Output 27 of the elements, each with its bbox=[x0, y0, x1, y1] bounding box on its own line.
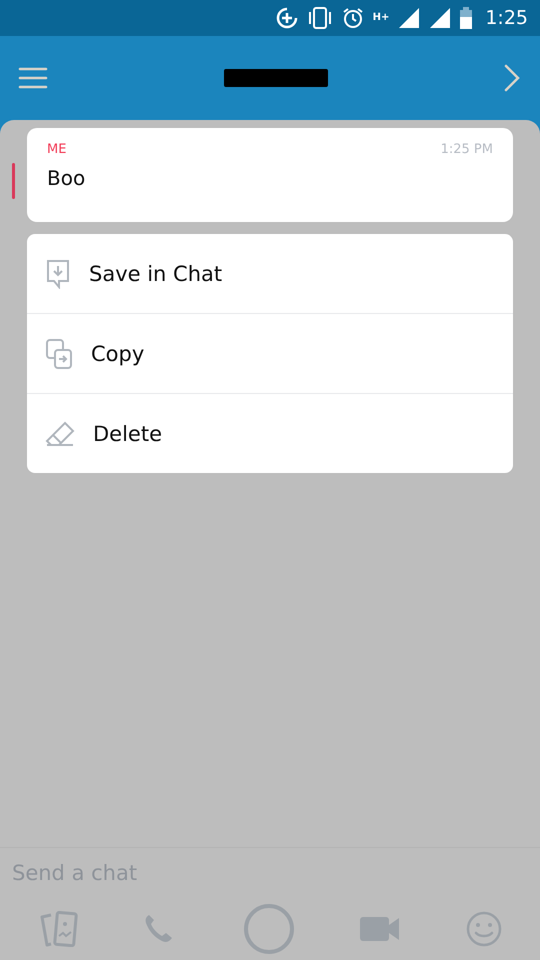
chevron-right-icon[interactable] bbox=[504, 64, 520, 92]
signal-icon bbox=[429, 7, 452, 29]
menu-item[interactable]: Delete bbox=[27, 393, 513, 473]
message-marker bbox=[12, 163, 15, 199]
menu-item-label: Delete bbox=[93, 422, 162, 446]
message-text: Boo bbox=[47, 166, 86, 190]
clock-time: 1:25 bbox=[485, 7, 528, 29]
download-bubble-icon bbox=[45, 258, 71, 288]
photos-icon[interactable] bbox=[38, 911, 78, 947]
menu-item-label: Save in Chat bbox=[89, 262, 222, 286]
menu-item[interactable]: Save in Chat bbox=[27, 234, 513, 313]
copy-icon bbox=[45, 338, 73, 370]
signal-icon bbox=[398, 7, 420, 29]
eraser-icon bbox=[45, 420, 75, 446]
menu-item-label: Copy bbox=[91, 342, 144, 366]
network-type-label: H+ bbox=[372, 13, 390, 23]
alarm-icon bbox=[342, 7, 364, 29]
data-saver-icon bbox=[276, 7, 298, 29]
video-camera-icon[interactable] bbox=[359, 915, 402, 943]
sender-label: ME bbox=[47, 142, 66, 157]
capture-button-icon[interactable] bbox=[242, 903, 295, 955]
vibrate-icon bbox=[306, 7, 333, 29]
smiley-icon[interactable] bbox=[466, 911, 502, 947]
menu-item[interactable]: Copy bbox=[27, 313, 513, 393]
message-time: 1:25 PM bbox=[440, 142, 493, 157]
menu-icon[interactable] bbox=[18, 66, 48, 90]
battery-icon bbox=[460, 7, 472, 29]
